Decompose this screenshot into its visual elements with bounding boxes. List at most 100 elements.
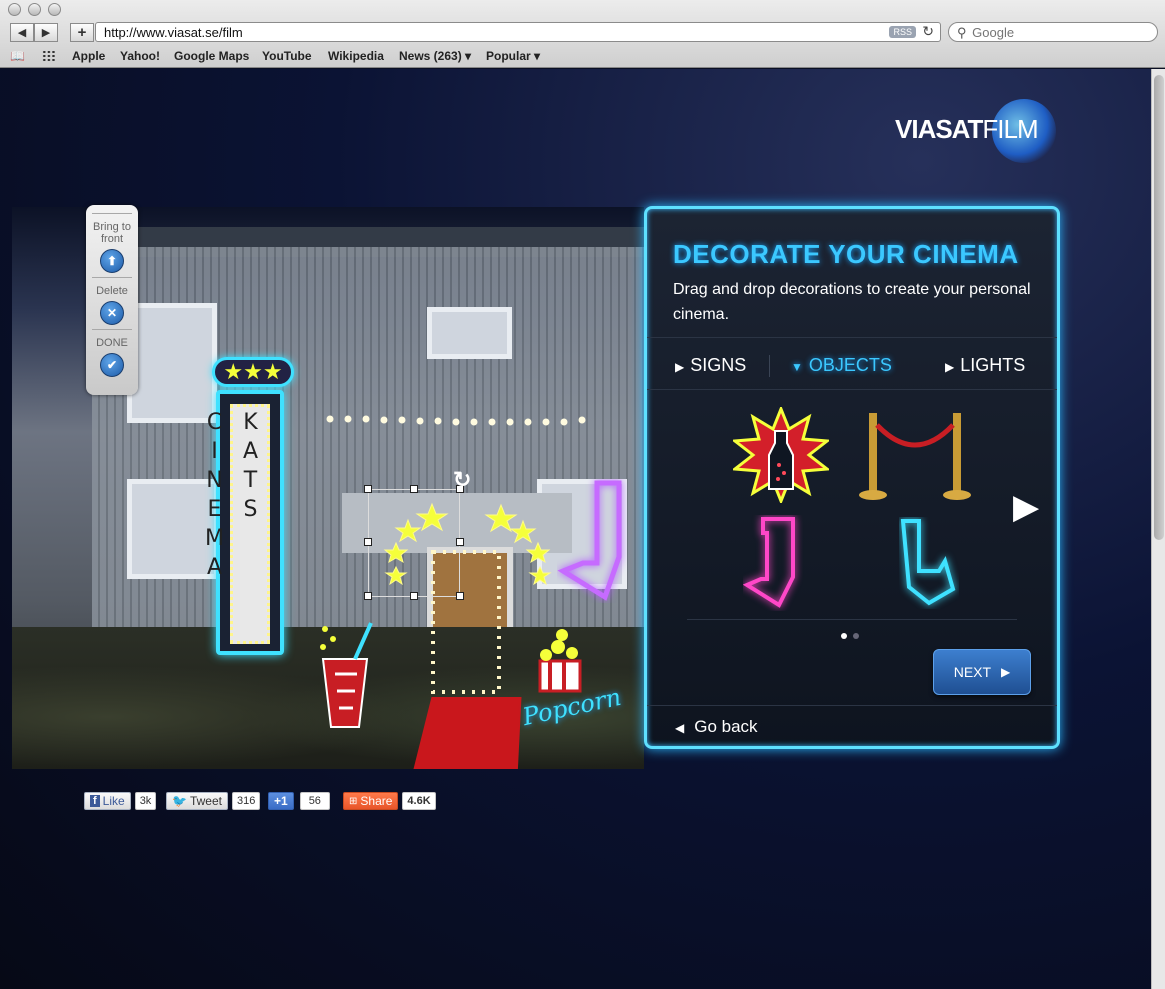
viasat-film-logo[interactable]: VIASATFILM — [895, 114, 1039, 145]
facebook-like-button[interactable]: f Like — [84, 792, 131, 810]
like-label: Like — [102, 794, 125, 808]
plusone-count: 56 — [299, 792, 330, 810]
toolbar-divider — [92, 277, 132, 278]
back-arrow-icon: ◀ — [17, 27, 27, 39]
marquee-text: KATS CINEMA — [202, 410, 263, 584]
bookmark-apple[interactable]: Apple — [72, 49, 105, 63]
page-dot[interactable] — [853, 633, 859, 639]
tweet-button[interactable]: 🐦 Tweet — [166, 792, 228, 810]
browser-chrome: ◀ ▶ + http://www.viasat.se/film RSS ↻ ⚲ … — [0, 0, 1165, 68]
bookmark-google-maps[interactable]: Google Maps — [174, 49, 249, 63]
rss-badge[interactable]: RSS — [889, 26, 916, 38]
resize-handle[interactable] — [410, 485, 418, 493]
zoom-window-button[interactable] — [48, 3, 61, 16]
panel-title: DECORATE YOUR CINEMA — [673, 239, 1019, 269]
bookmarks-bar: 📖 Apple Yahoo! Google Maps YouTube Wikip… — [0, 47, 1165, 65]
bookmark-youtube[interactable]: YouTube — [262, 49, 312, 63]
rotate-handle-icon[interactable]: ↻ — [453, 467, 471, 493]
carousel-next-arrow-icon[interactable]: ▶ — [1013, 487, 1039, 527]
tab-label: OBJECTS — [808, 355, 892, 375]
decorate-panel: DECORATE YOUR CINEMA Drag and drop decor… — [644, 206, 1060, 749]
resize-handle[interactable] — [364, 592, 372, 600]
x-icon: ✕ — [106, 306, 118, 320]
like-count: 3k — [134, 792, 157, 810]
reload-icon[interactable]: ↻ — [922, 23, 934, 40]
top-sites-grid-icon[interactable] — [42, 50, 56, 62]
facebook-icon: f — [90, 795, 100, 807]
scrollbar-thumb[interactable] — [1154, 75, 1164, 540]
plusone-button[interactable]: +1 — [268, 792, 294, 810]
go-back-label: Go back — [694, 717, 758, 736]
checkmark-icon: ✔ — [106, 358, 118, 372]
plusone-label: +1 — [274, 794, 288, 808]
close-window-button[interactable] — [8, 3, 21, 16]
go-back-link[interactable]: ◀ Go back — [675, 717, 758, 737]
google-plusone-widget: +1 56 — [268, 792, 330, 810]
logo-sub: FILM — [982, 114, 1038, 144]
down-arrow-icon: ▼ — [791, 360, 803, 374]
back-button[interactable]: ◀ — [10, 23, 34, 42]
facebook-like-widget: f Like 3k — [84, 792, 157, 810]
tab-divider — [769, 355, 770, 377]
next-label: NEXT — [953, 664, 992, 680]
resize-handle[interactable] — [364, 485, 372, 493]
share-button[interactable]: ⊞ Share — [343, 792, 399, 810]
add-bookmark-button[interactable]: + — [70, 23, 94, 42]
play-arrow-icon: ▶ — [945, 360, 955, 374]
blue-neon-arrow-item[interactable] — [899, 517, 959, 609]
popcorn-box-decoration[interactable] — [532, 625, 592, 695]
reading-list-icon[interactable]: 📖 — [10, 49, 25, 63]
twitter-bird-icon: 🐦 — [172, 794, 187, 808]
soda-cup-decoration[interactable] — [315, 619, 375, 731]
tab-label: SIGNS — [690, 355, 747, 375]
minimize-window-button[interactable] — [28, 3, 41, 16]
bring-to-front-button[interactable]: ⬆ — [100, 249, 124, 273]
url-text: http://www.viasat.se/film — [104, 25, 243, 40]
bring-to-front-label: Bring to front — [93, 221, 131, 245]
forward-button[interactable]: ▶ — [34, 23, 58, 42]
kats-cinema-sign-decoration[interactable]: KATS CINEMA — [202, 390, 284, 655]
done-label: DONE — [96, 337, 128, 349]
panel-divider — [647, 337, 1057, 338]
velvet-rope-item[interactable] — [855, 409, 975, 503]
panel-description: Drag and drop decorations to create your… — [673, 281, 1031, 323]
tab-signs[interactable]: ▶ SIGNS — [675, 355, 746, 376]
play-arrow-icon: ▶ — [1001, 665, 1011, 679]
purple-neon-arrow-decoration[interactable] — [557, 479, 627, 603]
tweet-label: Tweet — [189, 794, 222, 808]
resize-handle[interactable] — [456, 592, 464, 600]
tweet-widget: 🐦 Tweet 316 — [166, 792, 261, 810]
share-count: 4.6K — [402, 792, 436, 810]
tab-objects[interactable]: ▼ OBJECTS — [791, 355, 892, 376]
search-icon: ⚲ — [957, 25, 967, 40]
bookmark-yahoo[interactable]: Yahoo! — [120, 49, 160, 63]
delete-label: Delete — [96, 285, 128, 297]
address-bar[interactable]: http://www.viasat.se/film RSS ↻ — [95, 22, 941, 42]
tab-lights[interactable]: ▶ LIGHTS — [945, 355, 1025, 376]
bookmark-popular[interactable]: Popular ▾ — [486, 49, 540, 63]
bookmark-wikipedia[interactable]: Wikipedia — [328, 49, 384, 63]
search-input[interactable] — [972, 25, 1143, 40]
back-arrow-icon: ◀ — [675, 721, 685, 735]
bookmark-news[interactable]: News (263) ▾ — [399, 49, 471, 63]
pink-neon-arrow-item[interactable] — [743, 515, 803, 611]
page-dot-active[interactable] — [841, 633, 847, 639]
search-field[interactable]: ⚲ — [948, 22, 1158, 42]
forward-arrow-icon: ▶ — [41, 27, 51, 39]
share-plus-icon: ⊞ — [349, 795, 358, 807]
panel-divider — [647, 705, 1057, 706]
resize-handle[interactable] — [364, 538, 372, 546]
edit-toolbar: Bring to front ⬆ Delete ✕ DONE ✔ — [86, 205, 138, 395]
delete-button[interactable]: ✕ — [100, 301, 124, 325]
vertical-scrollbar[interactable] — [1151, 69, 1165, 989]
tweet-count: 316 — [231, 792, 261, 810]
soda-bottle-burst-item[interactable] — [733, 407, 829, 503]
toolbar-divider — [92, 213, 132, 214]
resize-handle[interactable] — [410, 592, 418, 600]
resize-handle[interactable] — [456, 538, 464, 546]
panel-divider — [647, 389, 1057, 390]
selection-box[interactable] — [368, 489, 460, 597]
done-button[interactable]: ✔ — [100, 353, 124, 377]
page-content: VIASATFILM ↻ KATS CINEMA ★★★ Popcorn Bri… — [0, 69, 1151, 989]
next-button[interactable]: NEXT ▶ — [933, 649, 1031, 695]
